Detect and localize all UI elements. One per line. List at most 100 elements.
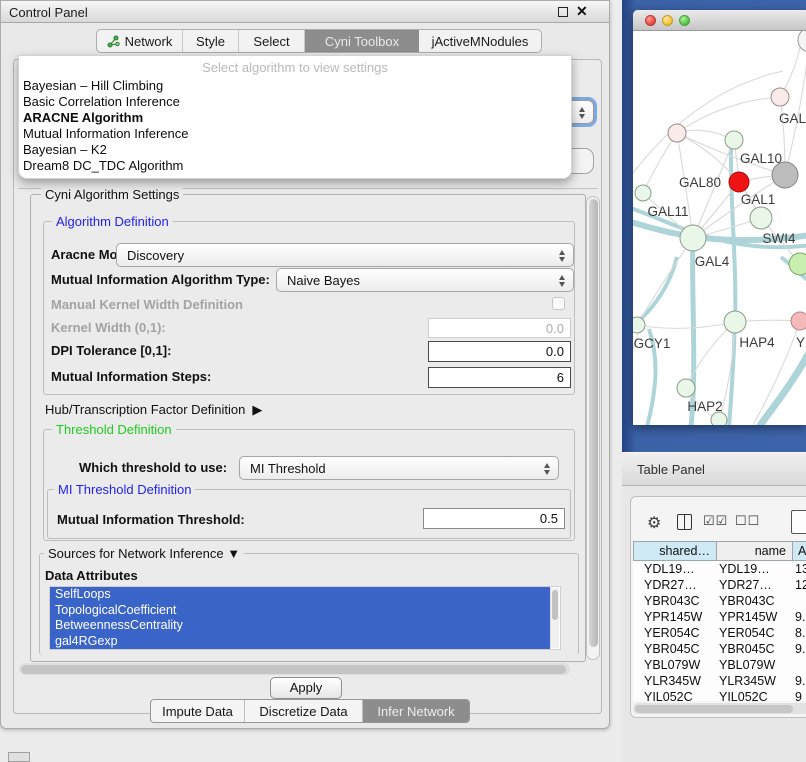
- table-row[interactable]: YBR045CYBR045C9.: [633, 641, 806, 657]
- node-gal11[interactable]: [635, 185, 651, 201]
- tab-cyni-toolbox[interactable]: Cyni Toolbox: [305, 30, 419, 52]
- tab-select[interactable]: Select: [239, 30, 305, 52]
- list-item[interactable]: TopologicalCoefficient: [50, 603, 550, 619]
- mi-threshold-def-title: MI Threshold Definition: [54, 482, 195, 497]
- mi-type-label: Mutual Information Algorithm Type:: [51, 272, 270, 288]
- dpi-tolerance-label: DPI Tolerance [0,1]:: [51, 343, 171, 359]
- table-row[interactable]: YIL052CYIL052C9: [633, 689, 806, 701]
- tab-network-label: Network: [125, 34, 173, 49]
- combo-stepper-icon: [558, 274, 566, 288]
- tab-select-label: Select: [253, 34, 289, 49]
- zoom-traffic-light-icon[interactable]: [679, 15, 690, 26]
- dropdown-item-selected[interactable]: ARACNE Algorithm: [23, 110, 143, 126]
- settings-horizontal-scrollbar[interactable]: [19, 663, 570, 675]
- window-title: Control Panel: [9, 5, 88, 20]
- column-header-cut[interactable]: A: [793, 541, 806, 561]
- kernel-width-label: Kernel Width (0,1):: [51, 320, 166, 336]
- tab-impute-data-label: Impute Data: [162, 704, 233, 719]
- hub-definition-toggle[interactable]: Hub/Transcription Factor Definition▶: [45, 402, 262, 418]
- threshold-definition-title: Threshold Definition: [52, 422, 176, 437]
- manual-kernel-checkbox[interactable]: [552, 297, 565, 310]
- node-hap2[interactable]: [677, 379, 695, 397]
- table-row[interactable]: YPR145WYPR145W9.: [633, 609, 806, 625]
- mi-type-value: Naive Bayes: [287, 273, 360, 288]
- table-body[interactable]: YDL19…YDL19…13 YDR27…YDR27…12 YBR043CYBR…: [633, 561, 806, 701]
- which-threshold-value: MI Threshold: [250, 461, 326, 476]
- select-all-checkboxes-icon[interactable]: ☑☑: [703, 513, 728, 529]
- mi-threshold-field[interactable]: 0.5: [423, 508, 565, 529]
- deselect-checkboxes-icon[interactable]: ☐☐: [735, 513, 760, 529]
- columns-icon[interactable]: [677, 514, 692, 530]
- tab-impute-data[interactable]: Impute Data: [151, 700, 245, 722]
- dropdown-item[interactable]: Bayesian – Hill Climbing: [23, 78, 163, 94]
- tab-style-label: Style: [196, 34, 225, 49]
- node-label: HAP4: [739, 335, 775, 350]
- node-green[interactable]: [789, 253, 806, 275]
- node-swi4[interactable]: [750, 207, 772, 229]
- close-icon[interactable]: ✕: [576, 3, 588, 20]
- table-card: ⚙ ☑☑ ☐☐ shared… name A YDL19…YDL19…13 YD…: [630, 496, 806, 718]
- node-label: GCY1: [634, 336, 671, 351]
- aracne-mode-combobox[interactable]: Discovery: [116, 243, 574, 267]
- algorithm-definition-title: Algorithm Definition: [52, 214, 173, 229]
- list-item[interactable]: SelfLoops: [50, 587, 550, 603]
- node-gal-cut[interactable]: [771, 88, 789, 106]
- mi-steps-label: Mutual Information Steps:: [51, 369, 211, 385]
- gear-icon[interactable]: ⚙: [647, 513, 661, 533]
- column-header-shared-name[interactable]: shared…: [633, 541, 717, 561]
- combo-stepper-icon: [578, 106, 586, 120]
- apply-button[interactable]: Apply: [270, 677, 342, 699]
- table-header-row: shared… name A: [633, 541, 806, 561]
- node-gal4[interactable]: [680, 225, 706, 251]
- data-attributes-list[interactable]: SelfLoops TopologicalCoefficient Between…: [49, 586, 561, 650]
- tab-network[interactable]: Network: [97, 30, 183, 52]
- list-vertical-scrollbar[interactable]: [550, 588, 559, 648]
- list-item[interactable]: gal4RGexp: [50, 634, 550, 650]
- network-view-window: GAL GAL80 GAL10 GAL1 GAL11 SWI4 GAL4 GCY…: [633, 10, 806, 425]
- tab-style[interactable]: Style: [183, 30, 239, 52]
- tab-jactivemnodules[interactable]: jActiveMNodules: [419, 30, 541, 52]
- dropdown-item[interactable]: Dream8 DC_TDC Algorithm: [23, 158, 183, 174]
- dropdown-item[interactable]: Mutual Information Inference: [23, 126, 188, 142]
- node-gcy1[interactable]: [633, 317, 645, 333]
- desktop-background: GAL GAL80 GAL10 GAL1 GAL11 SWI4 GAL4 GCY…: [622, 0, 806, 452]
- tab-jactivemnodules-label: jActiveMNodules: [432, 34, 529, 49]
- table-row[interactable]: YBL079WYBL079W: [633, 657, 806, 673]
- dpi-tolerance-field[interactable]: 0.0: [428, 341, 571, 362]
- node-gal80[interactable]: [668, 124, 686, 142]
- settings-vertical-scrollbar[interactable]: [586, 196, 600, 660]
- mi-type-combobox[interactable]: Naive Bayes: [276, 268, 574, 292]
- table-row[interactable]: YLR345WYLR345W9.: [633, 673, 806, 689]
- node-pink[interactable]: [791, 312, 806, 330]
- table-panel-title: Table Panel: [637, 462, 705, 477]
- which-threshold-combobox[interactable]: MI Threshold: [239, 456, 559, 480]
- list-item[interactable]: BetweennessCentrality: [50, 618, 550, 634]
- export-table-icon[interactable]: [791, 510, 806, 534]
- table-row[interactable]: YER054CYER054C8.: [633, 625, 806, 641]
- node-gal1-red[interactable]: [729, 172, 749, 192]
- minimize-traffic-light-icon[interactable]: [662, 15, 673, 26]
- kernel-width-field: 0.0: [428, 318, 571, 338]
- table-horizontal-scrollbar[interactable]: [633, 703, 806, 714]
- collapsed-corner-widget[interactable]: [8, 752, 30, 762]
- mi-steps-field[interactable]: 6: [428, 367, 571, 388]
- data-attributes-label: Data Attributes: [45, 568, 138, 584]
- dropdown-item[interactable]: Bayesian – K2: [23, 142, 107, 158]
- sources-toggle[interactable]: Sources for Network Inference ▼: [44, 546, 244, 561]
- float-window-icon[interactable]: [558, 7, 568, 17]
- column-header-name[interactable]: name: [717, 541, 793, 561]
- node-gal10[interactable]: [725, 131, 743, 149]
- control-panel-titlebar: Control Panel ✕: [1, 1, 609, 23]
- close-traffic-light-icon[interactable]: [645, 15, 656, 26]
- network-graph-canvas[interactable]: GAL GAL80 GAL10 GAL1 GAL11 SWI4 GAL4 GCY…: [633, 31, 806, 425]
- table-row[interactable]: YDL19…YDL19…13: [633, 561, 806, 577]
- dropdown-item[interactable]: Basic Correlation Inference: [23, 94, 180, 110]
- table-row[interactable]: YBR043CYBR043C: [633, 593, 806, 609]
- hub-definition-label: Hub/Transcription Factor Definition: [45, 402, 245, 417]
- tab-infer-network[interactable]: Infer Network: [363, 700, 469, 722]
- tab-discretize-data[interactable]: Discretize Data: [245, 700, 363, 722]
- node-hap4[interactable]: [724, 311, 746, 333]
- node-label: GAL10: [740, 151, 782, 166]
- which-threshold-label: Which threshold to use:: [79, 460, 227, 476]
- table-row[interactable]: YDR27…YDR27…12: [633, 577, 806, 593]
